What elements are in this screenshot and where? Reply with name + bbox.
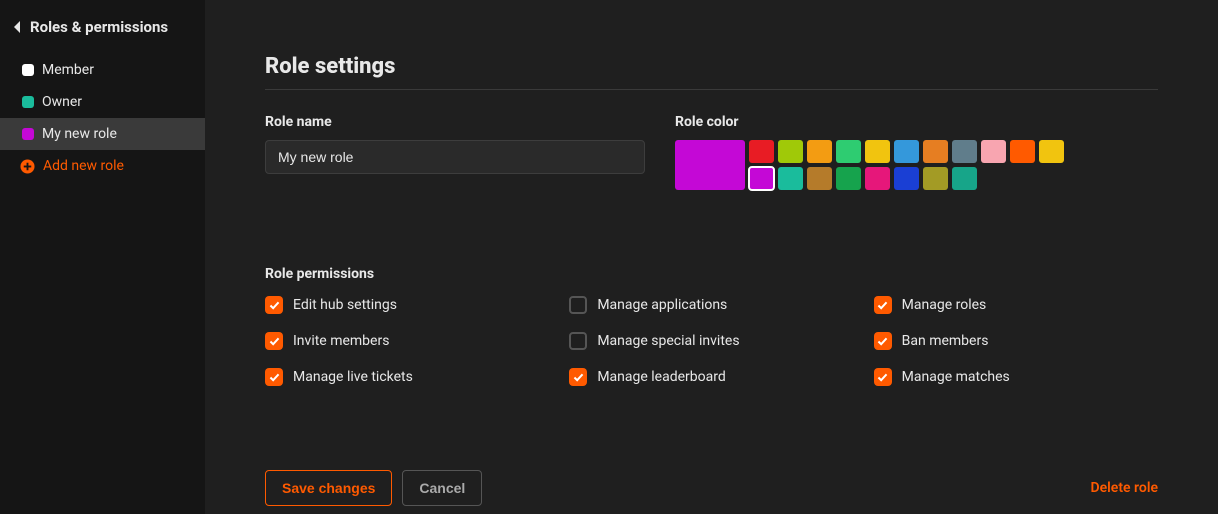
permission-label: Manage leaderboard <box>597 369 725 385</box>
color-swatch-grid <box>749 140 1064 190</box>
permission-checkbox[interactable] <box>874 296 892 314</box>
plus-circle-icon <box>20 159 35 174</box>
sidebar: Roles & permissions Member Owner My new ro… <box>0 0 205 514</box>
role-list: Member Owner My new role <box>0 54 205 150</box>
permission-item: Manage special invites <box>569 332 853 350</box>
color-swatch[interactable] <box>923 167 948 190</box>
permission-label: Manage matches <box>902 369 1010 385</box>
permission-item: Invite members <box>265 332 549 350</box>
color-swatch[interactable] <box>836 140 861 163</box>
permission-checkbox[interactable] <box>569 368 587 386</box>
check-icon <box>269 373 280 382</box>
cancel-button[interactable]: Cancel <box>402 470 482 506</box>
permission-checkbox[interactable] <box>874 332 892 350</box>
permission-label: Manage roles <box>902 297 987 313</box>
check-icon <box>573 373 584 382</box>
sidebar-title: Roles & permissions <box>30 18 168 36</box>
color-picker <box>675 140 1158 190</box>
footer: Save changes Cancel Delete role <box>265 470 1158 506</box>
color-swatch[interactable] <box>749 167 774 190</box>
role-color-dot <box>22 64 34 76</box>
role-name-field: Role name <box>265 114 645 190</box>
permissions-title: Role permissions <box>265 266 1158 282</box>
add-new-role-button[interactable]: Add new role <box>0 150 205 182</box>
color-swatch[interactable] <box>952 167 977 190</box>
settings-row: Role name Role color <box>265 114 1158 190</box>
sidebar-role-item[interactable]: Owner <box>0 86 205 118</box>
divider <box>265 89 1158 90</box>
permission-item: Edit hub settings <box>265 296 549 314</box>
selected-color-swatch <box>675 140 745 190</box>
role-item-label: Owner <box>42 94 82 110</box>
sidebar-role-item[interactable]: My new role <box>0 118 205 150</box>
back-icon <box>12 20 22 34</box>
color-swatch[interactable] <box>807 167 832 190</box>
permission-item: Manage live tickets <box>265 368 549 386</box>
color-swatch[interactable] <box>894 140 919 163</box>
role-color-dot <box>22 128 34 140</box>
permissions-grid: Edit hub settings Manage applications Mana… <box>265 296 1158 386</box>
sidebar-header[interactable]: Roles & permissions <box>0 18 205 54</box>
delete-role-link[interactable]: Delete role <box>1091 480 1158 496</box>
permission-item: Manage roles <box>874 296 1158 314</box>
save-button[interactable]: Save changes <box>265 470 392 506</box>
color-swatch[interactable] <box>894 167 919 190</box>
color-swatch[interactable] <box>865 167 890 190</box>
color-swatch[interactable] <box>952 140 977 163</box>
permission-checkbox[interactable] <box>265 296 283 314</box>
permission-checkbox[interactable] <box>265 368 283 386</box>
role-name-label: Role name <box>265 114 645 130</box>
sidebar-role-item[interactable]: Member <box>0 54 205 86</box>
color-swatch[interactable] <box>1010 140 1035 163</box>
permission-checkbox[interactable] <box>874 368 892 386</box>
color-swatch[interactable] <box>778 140 803 163</box>
role-color-dot <box>22 96 34 108</box>
permission-checkbox[interactable] <box>569 296 587 314</box>
color-swatch[interactable] <box>836 167 861 190</box>
color-swatch[interactable] <box>749 140 774 163</box>
permission-checkbox[interactable] <box>265 332 283 350</box>
permission-item: Manage leaderboard <box>569 368 853 386</box>
role-color-label: Role color <box>675 114 1158 130</box>
add-role-label: Add new role <box>43 158 124 174</box>
permission-checkbox[interactable] <box>569 332 587 350</box>
color-swatch[interactable] <box>1039 140 1064 163</box>
page-title: Role settings <box>265 54 1158 79</box>
check-icon <box>877 301 888 310</box>
permissions-section: Role permissions Edit hub settings Manage… <box>265 266 1158 386</box>
check-icon <box>269 301 280 310</box>
color-swatch[interactable] <box>807 140 832 163</box>
permission-label: Manage special invites <box>597 333 739 349</box>
permission-item: Manage applications <box>569 296 853 314</box>
role-color-field: Role color <box>675 114 1158 190</box>
permission-label: Edit hub settings <box>293 297 397 313</box>
role-name-input[interactable] <box>265 140 645 174</box>
check-icon <box>269 337 280 346</box>
permission-item: Manage matches <box>874 368 1158 386</box>
role-item-label: My new role <box>42 126 117 142</box>
color-swatch[interactable] <box>923 140 948 163</box>
main-panel: Role settings Role name Role color Role … <box>205 0 1218 514</box>
permission-item: Ban members <box>874 332 1158 350</box>
color-swatch[interactable] <box>865 140 890 163</box>
permission-label: Invite members <box>293 333 389 349</box>
permission-label: Ban members <box>902 333 989 349</box>
check-icon <box>877 337 888 346</box>
color-swatch[interactable] <box>778 167 803 190</box>
permission-label: Manage live tickets <box>293 369 413 385</box>
check-icon <box>877 373 888 382</box>
role-item-label: Member <box>42 62 94 78</box>
permission-label: Manage applications <box>597 297 727 313</box>
color-swatch[interactable] <box>981 140 1006 163</box>
